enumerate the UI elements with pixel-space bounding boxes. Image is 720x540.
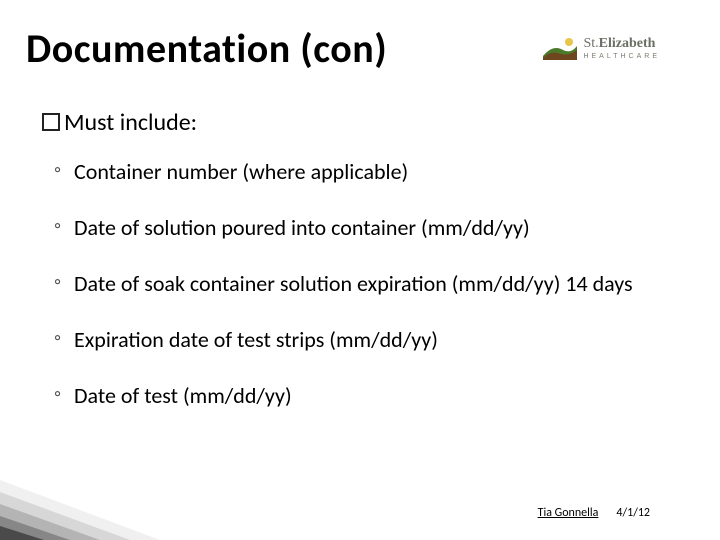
logo-mark-icon [543,36,577,60]
footer-date: 4/1/12 [616,506,650,520]
list-item: Container number (where applicable) [54,155,690,189]
list-item: Date of soak container solution expirati… [54,267,690,301]
footer-author: Tia Gonnella [538,506,599,520]
corner-decoration-icon [0,470,160,540]
content-area: Must include: Container number (where ap… [42,108,690,435]
intro-line: Must include: [42,108,690,137]
list-item: Date of test (mm/dd/yy) [54,379,690,413]
page-title: Documentation (con) [26,24,387,73]
list-item: Date of solution poured into container (… [54,211,690,245]
slide: Documentation (con) St.Elizabeth HEALTHC… [0,0,720,540]
checkbox-icon [42,113,60,131]
list-item: Expiration date of test strips (mm/dd/yy… [54,323,690,357]
footer: Tia Gonnella 4/1/12 [538,506,650,520]
logo-subtitle: HEALTHCARE [583,53,660,60]
logo-text: St.Elizabeth HEALTHCARE [583,37,660,60]
logo: St.Elizabeth HEALTHCARE [543,36,660,60]
intro-rest: include: [114,108,197,137]
bullet-list: Container number (where applicable) Date… [54,155,690,413]
logo-name: St.Elizabeth [583,37,660,51]
intro-prefix: Must [64,108,114,137]
